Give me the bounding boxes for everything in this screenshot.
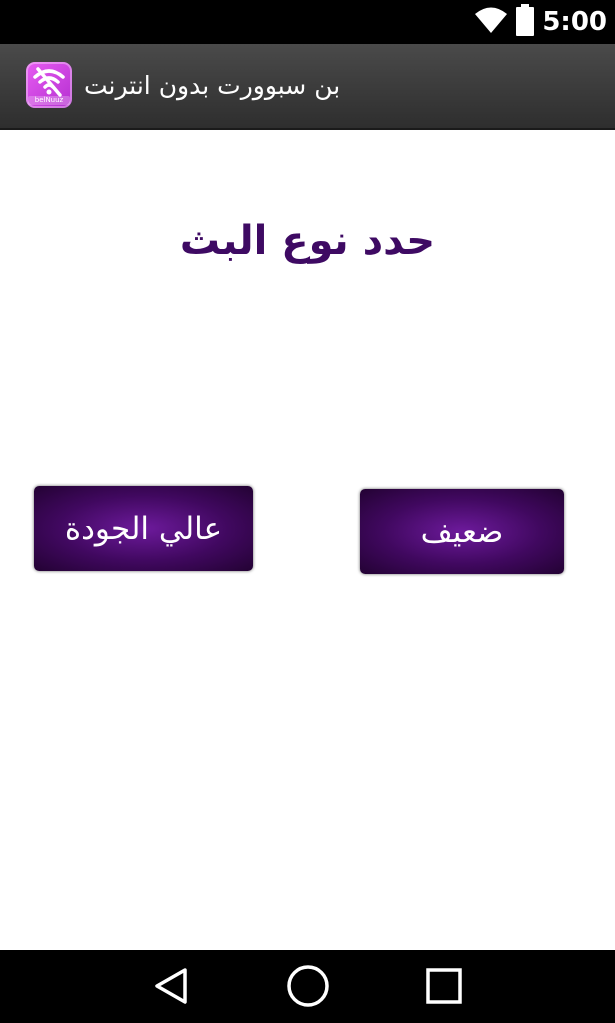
home-button[interactable] xyxy=(284,962,332,1010)
wifi-icon xyxy=(474,6,508,38)
recents-icon xyxy=(426,968,462,1004)
low-quality-button[interactable]: ضعيف xyxy=(360,489,564,574)
battery-icon xyxy=(516,4,535,40)
app-title: بن سبوورت بدون انترنت xyxy=(84,71,341,100)
recents-button[interactable] xyxy=(420,962,468,1010)
action-bar: belNuuz بن سبوورت بدون انترنت xyxy=(0,44,615,130)
back-button[interactable] xyxy=(147,962,195,1010)
status-bar: 5:00 xyxy=(0,0,615,44)
high-quality-label: عالي الجودة xyxy=(64,510,223,547)
main-content: حدد نوع البث عالي الجودة ضعيف xyxy=(0,130,615,950)
page-title: حدد نوع البث xyxy=(179,218,436,264)
navigation-bar xyxy=(0,950,615,1023)
app-icon-label: belNuuz xyxy=(28,96,70,105)
back-icon xyxy=(155,968,187,1004)
app-icon[interactable]: belNuuz xyxy=(26,62,72,108)
status-time: 5:00 xyxy=(542,7,607,37)
status-icons: 5:00 xyxy=(474,0,607,44)
home-icon xyxy=(287,965,329,1007)
no-wifi-icon xyxy=(33,67,65,97)
low-quality-label: ضعيف xyxy=(420,513,504,550)
high-quality-button[interactable]: عالي الجودة xyxy=(34,486,253,571)
